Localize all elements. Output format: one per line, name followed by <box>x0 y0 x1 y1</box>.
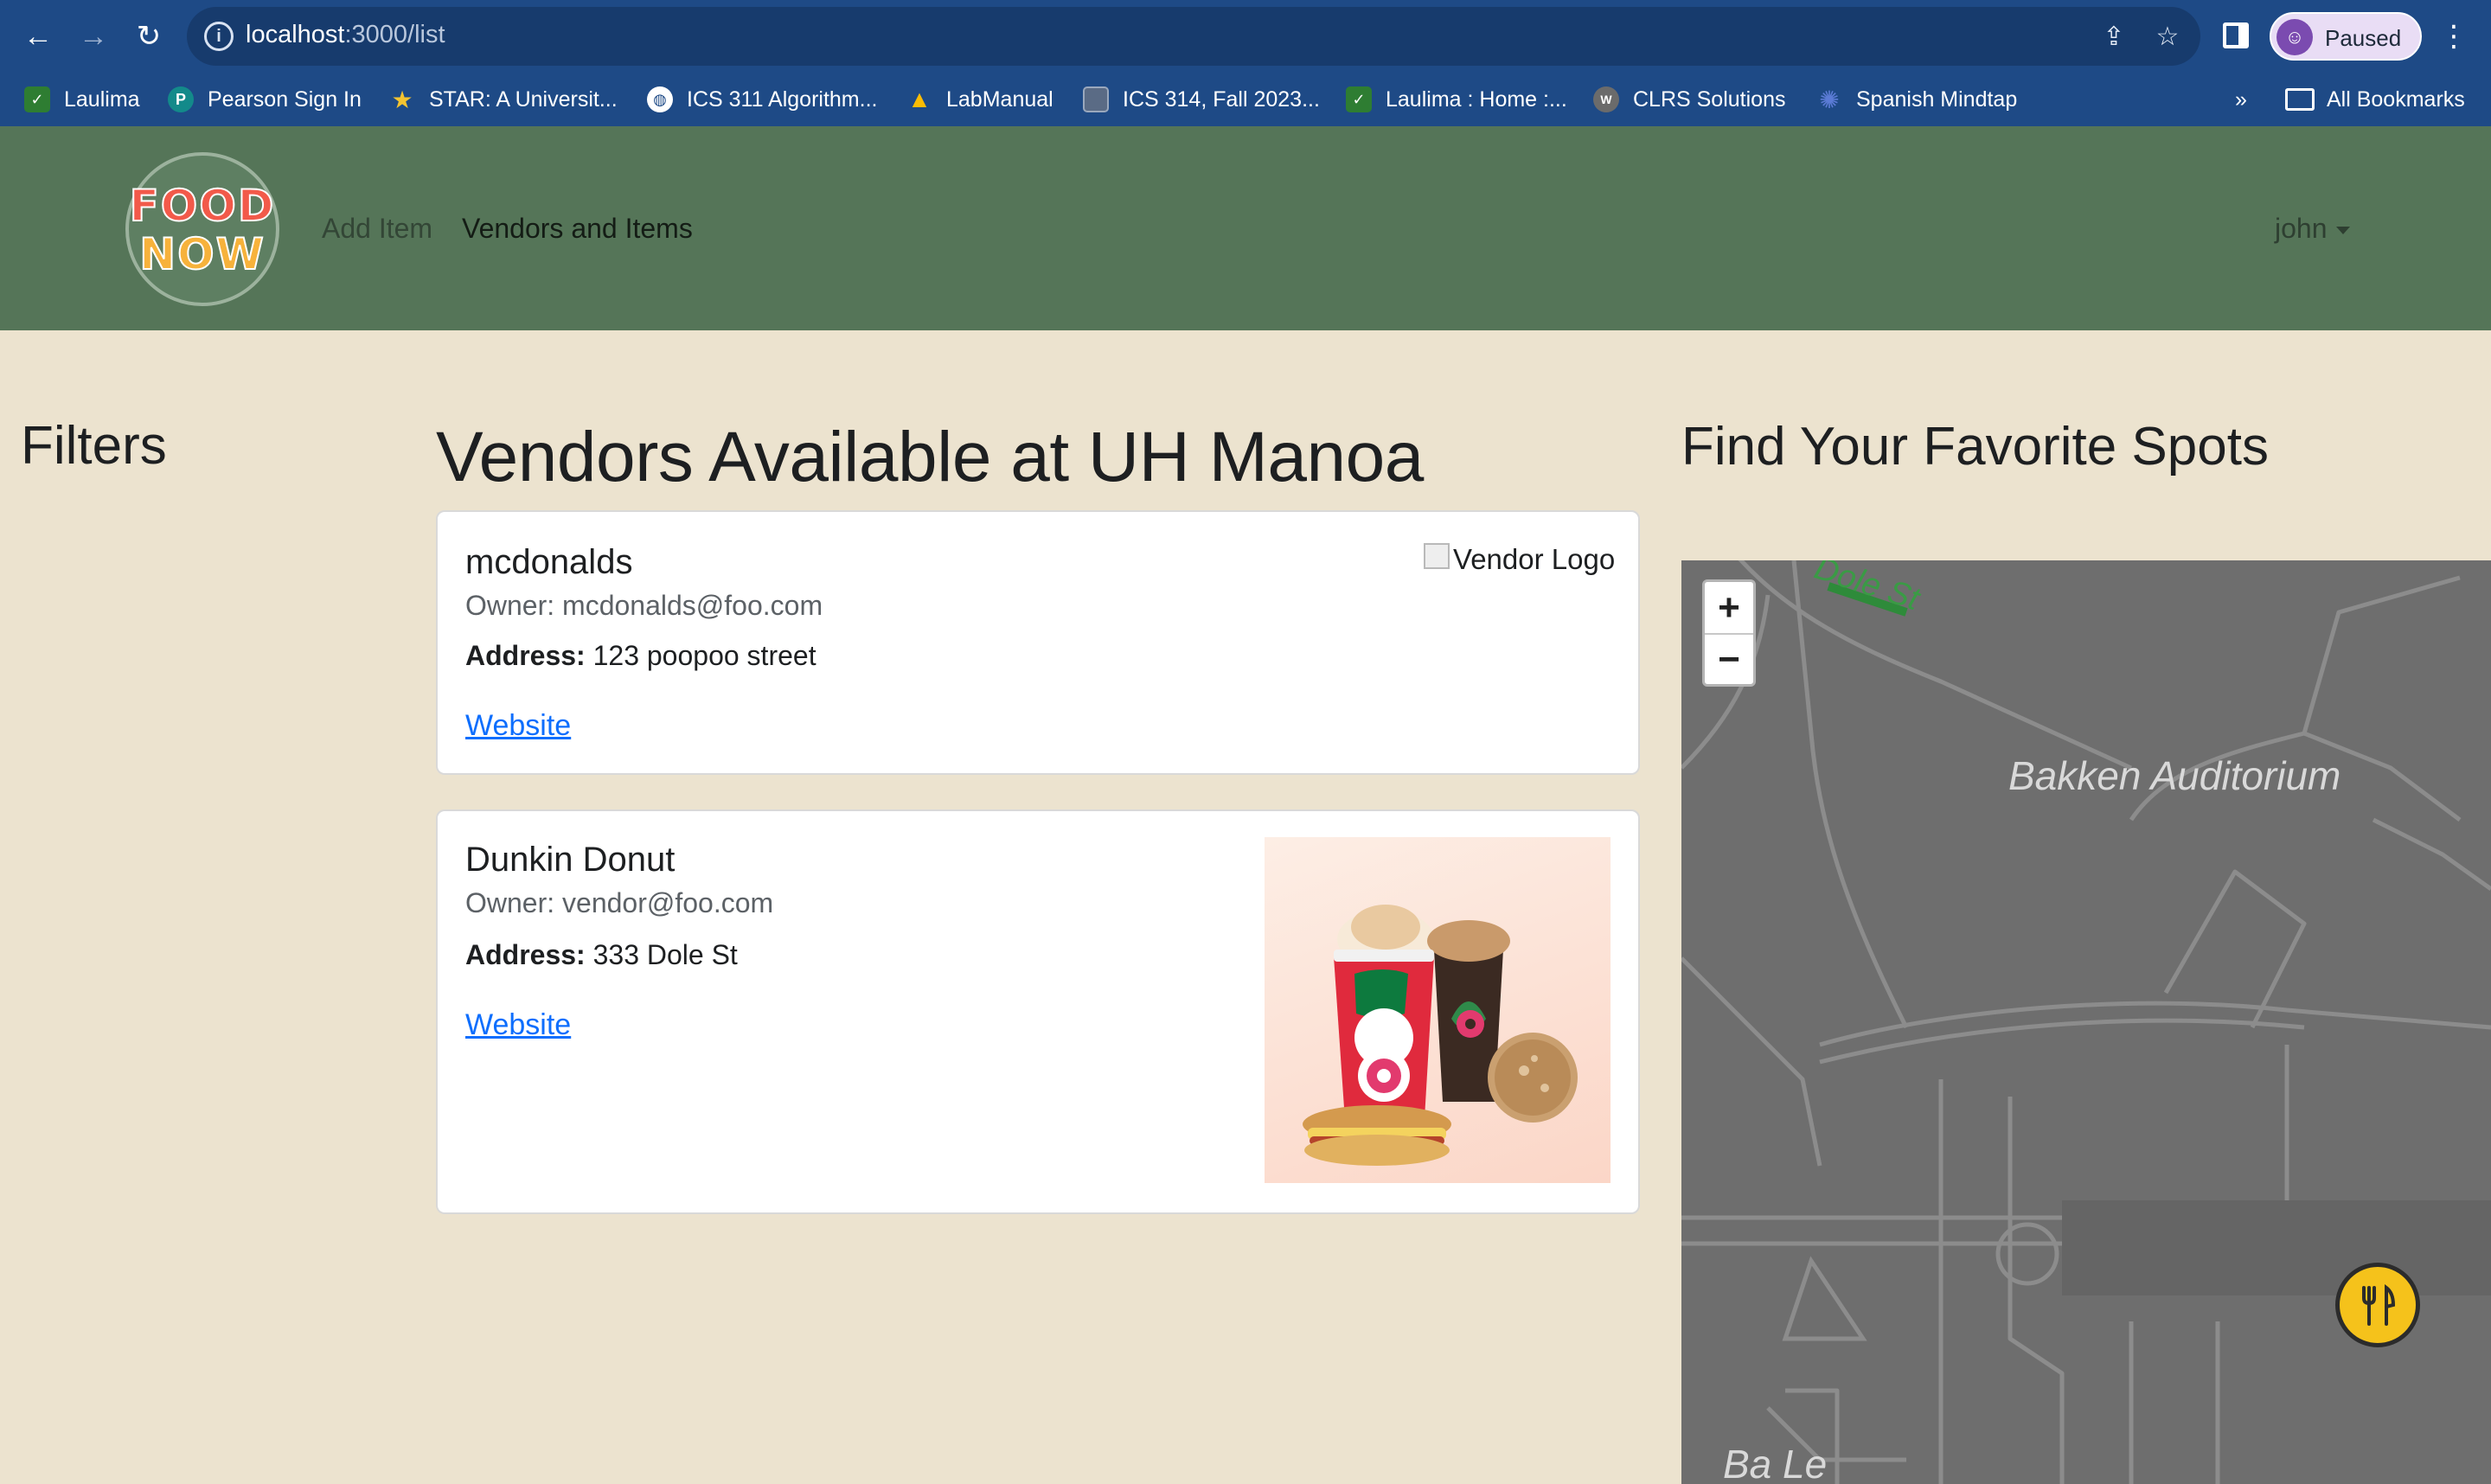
url-path: :3000/list <box>344 21 445 48</box>
square-icon <box>1083 86 1109 112</box>
avatar: ☺ <box>2276 19 2313 55</box>
star-icon: ★ <box>391 86 413 113</box>
vendor-card: Dunkin Donut Owner: vendor@foo.com Addre… <box>436 809 1640 1214</box>
user-name: john <box>2275 213 2328 244</box>
address-value: 123 poopoo street <box>592 640 816 671</box>
bookmark-label: STAR: A Universit... <box>429 86 618 112</box>
bookmark-ics314[interactable]: ICS 314, Fall 2023... <box>1083 85 1320 114</box>
bookmark-labmanual[interactable]: ▲ LabManual <box>906 85 1053 114</box>
logo-line-1: FOOD <box>129 181 276 231</box>
vendor-owner: Owner: vendor@foo.com <box>465 887 774 918</box>
bookmark-star-icon[interactable]: ☆ <box>2150 19 2185 54</box>
address-value: 333 Dole St <box>592 939 738 970</box>
map-view[interactable]: + − Dole St Bakken Auditorium Ba Le <box>1681 560 2491 1484</box>
user-dropdown[interactable]: john <box>2275 213 2350 245</box>
bookmark-clrs[interactable]: W CLRS Solutions <box>1593 85 1785 114</box>
side-panel-icon[interactable] <box>2223 22 2249 48</box>
folder-icon <box>2285 88 2315 111</box>
bookmark-ics311[interactable]: ◍ ICS 311 Algorithm... <box>647 85 877 114</box>
vendor-logo-image: Vendor Logo <box>1424 543 1615 576</box>
site-info-icon[interactable]: i <box>204 22 234 51</box>
profile-button[interactable]: ☺ Paused <box>2270 12 2422 61</box>
bookmark-label: ICS 314, Fall 2023... <box>1123 86 1320 112</box>
bookmark-label: LabManual <box>946 86 1053 112</box>
vendor-name: mcdonalds <box>465 543 633 581</box>
all-bookmarks-button[interactable]: All Bookmarks <box>2285 85 2465 114</box>
zoom-out-button[interactable]: − <box>1705 633 1753 684</box>
bookmark-label: Pearson Sign In <box>208 86 362 112</box>
bookmark-laulima-home[interactable]: ✓ Laulima : Home :... <box>1346 85 1567 114</box>
address-label: Address: <box>465 939 586 970</box>
bookmark-label: CLRS Solutions <box>1633 86 1786 112</box>
filters-heading: Filters <box>21 416 167 476</box>
vendor-logo-alt-text: Vendor Logo <box>1453 543 1616 575</box>
nav-vendors-and-items[interactable]: Vendors and Items <box>462 213 693 245</box>
browser-menu-icon[interactable]: ⋮ <box>2439 14 2469 59</box>
bookmark-laulima[interactable]: ✓ Laulima <box>24 85 140 114</box>
forward-arrow-icon[interactable]: → <box>73 16 114 57</box>
nav-add-item[interactable]: Add Item <box>322 213 432 245</box>
bookmark-label: Spanish Mindtap <box>1856 86 2018 112</box>
food-now-logo[interactable]: FOOD NOW <box>125 152 279 306</box>
url-host: localhost <box>246 21 345 48</box>
vendor-website-link[interactable]: Website <box>465 1008 571 1042</box>
walkccc-icon: W <box>1593 86 1619 112</box>
bookmark-label: Laulima : Home :... <box>1386 86 1567 112</box>
vendor-owner: Owner: mcdonalds@foo.com <box>465 590 823 621</box>
vendor-website-link[interactable]: Website <box>465 709 571 743</box>
laulima-icon: ✓ <box>24 86 50 112</box>
dunkin-drinks-illustration <box>1303 905 1578 1166</box>
bookmark-pearson[interactable]: P Pearson Sign In <box>168 85 362 114</box>
reload-icon[interactable]: ↻ <box>128 16 170 57</box>
caret-down-icon <box>2335 227 2350 235</box>
mindtap-icon: ✺ <box>1819 86 1840 113</box>
pearson-icon: P <box>168 86 194 112</box>
back-arrow-icon[interactable]: ← <box>17 16 59 57</box>
fork-knife-icon <box>2362 1283 2396 1326</box>
laulima-icon: ✓ <box>1346 86 1372 112</box>
broken-image-icon <box>1424 543 1450 569</box>
street-label-bottom: Ba Le <box>1723 1442 1828 1484</box>
bookmark-mindtap[interactable]: ✺ Spanish Mindtap <box>1816 85 2017 114</box>
zoom-in-button[interactable]: + <box>1705 582 1753 633</box>
url-text[interactable]: localhost:3000/list <box>246 21 445 49</box>
address-bar[interactable]: i localhost:3000/list ⇪ ☆ <box>187 7 2200 66</box>
bookmark-label: Laulima <box>64 86 140 112</box>
vendor-address: Address: 333 Dole St <box>465 939 738 971</box>
share-icon[interactable]: ⇪ <box>2097 19 2131 54</box>
profile-status-label: Paused <box>2325 25 2402 51</box>
bookmark-label: ICS 311 Algorithm... <box>687 86 878 112</box>
browser-toolbar: ← → ↻ i localhost:3000/list ⇪ ☆ ☺ Paused… <box>0 0 2491 73</box>
globe-icon: ◍ <box>647 86 673 112</box>
vendor-card: mcdonalds Owner: mcdonalds@foo.com Addre… <box>436 510 1640 775</box>
address-label: Address: <box>465 640 586 671</box>
vendor-address: Address: 123 poopoo street <box>465 640 816 672</box>
more-bookmarks-label: » <box>2235 86 2247 112</box>
bookmarks-bar: ✓ Laulima P Pearson Sign In ★ STAR: A Unive… <box>0 73 2491 126</box>
auditorium-label: Bakken Auditorium <box>2008 753 2341 798</box>
map-heading: Find Your Favorite Spots <box>1681 417 2269 477</box>
restaurant-marker-icon[interactable] <box>2335 1263 2420 1347</box>
all-bookmarks-label: All Bookmarks <box>2327 86 2465 112</box>
bookmark-star[interactable]: ★ STAR: A Universit... <box>389 85 618 114</box>
vendor-product-image <box>1265 837 1611 1183</box>
more-bookmarks-button[interactable]: » <box>2235 85 2247 114</box>
zoom-controls: + − <box>1702 579 1756 687</box>
logo-line-2: NOW <box>138 229 266 279</box>
page-title: Vendors Available at UH Manoa <box>436 418 1424 496</box>
drive-icon: ▲ <box>907 86 932 112</box>
logo-text: FOOD NOW <box>129 181 276 279</box>
vendor-name: Dunkin Donut <box>465 841 676 879</box>
app-navbar: FOOD NOW Add Item Vendors and Items john <box>0 126 2491 330</box>
